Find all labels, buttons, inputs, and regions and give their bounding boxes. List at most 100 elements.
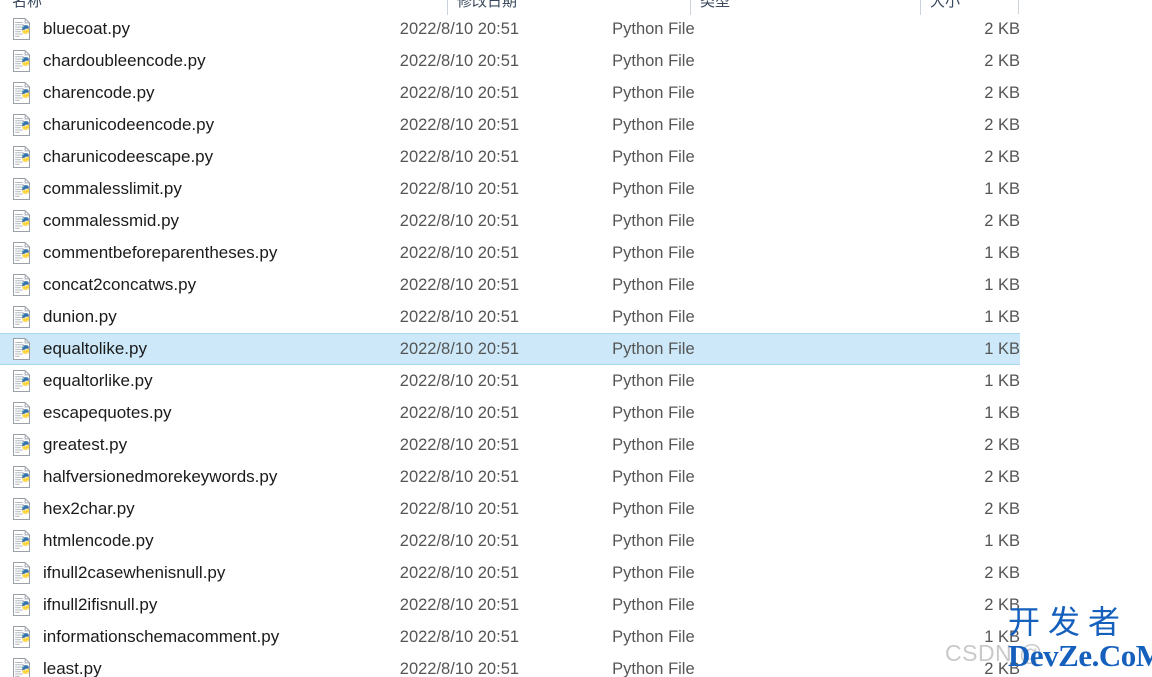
file-row[interactable]: commalessmid.py 2022/8/10 20:51 Python Fil… [0, 205, 1020, 237]
file-name-cell[interactable]: concat2concatws.py [0, 269, 390, 301]
file-row[interactable]: charencode.py 2022/8/10 20:51 Python File 2… [0, 77, 1020, 109]
file-size-label: 1 KB [984, 243, 1020, 262]
file-row[interactable]: htmlencode.py 2022/8/10 20:51 Python File 1… [0, 525, 1020, 557]
file-row[interactable]: chardoubleencode.py 2022/8/10 20:51 Python… [0, 45, 1020, 77]
python-file-icon [13, 178, 31, 200]
file-row[interactable]: bluecoat.py 2022/8/10 20:51 Python File 2 K… [0, 13, 1020, 45]
file-row[interactable]: equaltorlike.py 2022/8/10 20:51 Python Fil… [0, 365, 1020, 397]
file-type-label: Python File [612, 179, 695, 198]
column-header-size[interactable]: 大小 [920, 0, 1152, 15]
file-type-cell: Python File [602, 493, 803, 525]
file-type-label: Python File [612, 307, 695, 326]
file-row[interactable]: equaltolike.py 2022/8/10 20:51 Python File… [0, 333, 1020, 365]
file-name-label: htmlencode.py [43, 531, 154, 550]
file-date-cell: 2022/8/10 20:51 [390, 237, 602, 269]
file-name-cell[interactable]: greatest.py [0, 429, 390, 461]
file-name-cell[interactable]: ifnull2casewhenisnull.py [0, 557, 390, 589]
file-row[interactable]: concat2concatws.py 2022/8/10 20:51 Python … [0, 269, 1020, 301]
file-type-cell: Python File [602, 461, 803, 493]
file-size-cell: 2 KB [933, 557, 1020, 589]
column-header-date[interactable]: 修改日期 [447, 0, 690, 15]
file-row[interactable]: commalesslimit.py 2022/8/10 20:51 Python F… [0, 173, 1020, 205]
file-name-cell[interactable]: charencode.py [0, 77, 390, 109]
file-row[interactable]: dunion.py 2022/8/10 20:51 Python File 1 KB [0, 301, 1020, 333]
file-name-cell[interactable]: informationschemacomment.py [0, 621, 390, 653]
file-size-cell: 2 KB [933, 141, 1020, 173]
file-type-label: Python File [612, 531, 695, 550]
python-file-icon [13, 498, 31, 520]
file-date-label: 2022/8/10 20:51 [399, 147, 520, 166]
file-name-cell[interactable]: halfversionedmorekeywords.py [0, 461, 390, 493]
file-size-cell: 2 KB [933, 77, 1020, 109]
file-name-cell[interactable]: htmlencode.py [0, 525, 390, 557]
file-size-label: 1 KB [984, 627, 1020, 646]
file-date-cell: 2022/8/10 20:51 [390, 525, 602, 557]
file-row[interactable]: informationschemacomment.py 2022/8/10 20:… [0, 621, 1020, 653]
file-row[interactable]: ifnull2casewhenisnull.py 2022/8/10 20:51 P… [0, 557, 1020, 589]
file-size-cell: 1 KB [933, 301, 1020, 333]
file-row[interactable]: hex2char.py 2022/8/10 20:51 Python File 2 K… [0, 493, 1020, 525]
file-size-label: 2 KB [984, 83, 1020, 102]
file-name-cell[interactable]: escapequotes.py [0, 397, 390, 429]
file-size-cell: 1 KB [933, 621, 1020, 653]
file-type-label: Python File [612, 275, 695, 294]
file-date-cell: 2022/8/10 20:51 [390, 557, 602, 589]
file-date-cell: 2022/8/10 20:51 [390, 461, 602, 493]
column-divider-stub-date [447, 0, 448, 14]
file-date-label: 2022/8/10 20:51 [399, 595, 520, 614]
file-row[interactable]: ifnull2ifisnull.py 2022/8/10 20:51 Python … [0, 589, 1020, 621]
file-row[interactable]: escapequotes.py 2022/8/10 20:51 Python Fil… [0, 397, 1020, 429]
python-file-icon [13, 370, 31, 392]
column-header-name[interactable]: 名称 [0, 0, 447, 13]
python-file-icon [13, 402, 31, 424]
file-name-label: concat2concatws.py [43, 275, 197, 294]
file-row[interactable]: least.py 2022/8/10 20:51 Python File 2 KB [0, 653, 1020, 677]
file-name-cell[interactable]: bluecoat.py [0, 13, 390, 45]
file-row[interactable]: halfversionedmorekeywords.py 2022/8/10 20… [0, 461, 1020, 493]
file-size-label: 1 KB [984, 403, 1020, 422]
file-size-cell: 1 KB [933, 525, 1020, 557]
file-name-label: equaltolike.py [43, 339, 147, 358]
file-name-cell[interactable]: least.py [0, 653, 390, 677]
file-list: bluecoat.py 2022/8/10 20:51 Python File 2 K… [0, 13, 1152, 677]
file-name-label: greatest.py [43, 435, 128, 454]
file-name-cell[interactable]: equaltolike.py [0, 333, 390, 365]
file-name-cell[interactable]: charunicodeescape.py [0, 141, 390, 173]
file-name-cell[interactable]: charunicodeencode.py [0, 109, 390, 141]
column-header-name-label: 名称 [12, 0, 43, 10]
file-date-label: 2022/8/10 20:51 [399, 307, 520, 326]
file-name-label: chardoubleencode.py [43, 51, 206, 70]
file-row[interactable]: greatest.py 2022/8/10 20:51 Python File 2 K… [0, 429, 1020, 461]
file-name-cell[interactable]: commalesslimit.py [0, 173, 390, 205]
file-type-label: Python File [612, 51, 695, 70]
file-row[interactable]: charunicodeescape.py 2022/8/10 20:51 Pytho… [0, 141, 1020, 173]
column-header-type-label: 类型 [700, 0, 731, 10]
file-type-label: Python File [612, 243, 695, 262]
file-name-cell[interactable]: ifnull2ifisnull.py [0, 589, 390, 621]
file-size-label: 1 KB [984, 339, 1020, 358]
column-header-type[interactable]: 类型 [690, 0, 920, 15]
file-size-label: 2 KB [984, 147, 1020, 166]
file-name-cell[interactable]: commalessmid.py [0, 205, 390, 237]
file-type-cell: Python File [602, 365, 803, 397]
file-name-cell[interactable]: commentbeforeparentheses.py [0, 237, 390, 269]
file-name-label: halfversionedmorekeywords.py [43, 467, 278, 486]
file-row[interactable]: commentbeforeparentheses.py 2022/8/10 20:… [0, 237, 1020, 269]
file-name-cell[interactable]: hex2char.py [0, 493, 390, 525]
file-size-label: 2 KB [984, 51, 1020, 70]
file-date-cell: 2022/8/10 20:51 [390, 141, 602, 173]
file-date-cell: 2022/8/10 20:51 [390, 493, 602, 525]
python-file-icon [13, 50, 31, 72]
file-name-cell[interactable]: equaltorlike.py [0, 365, 390, 397]
file-date-label: 2022/8/10 20:51 [399, 275, 520, 294]
file-size-cell: 2 KB [933, 13, 1020, 45]
file-date-label: 2022/8/10 20:51 [399, 83, 520, 102]
file-size-label: 2 KB [984, 19, 1020, 38]
file-row[interactable]: charunicodeencode.py 2022/8/10 20:51 Pytho… [0, 109, 1020, 141]
file-date-cell: 2022/8/10 20:51 [390, 109, 602, 141]
file-name-cell[interactable]: chardoubleencode.py [0, 45, 390, 77]
file-type-label: Python File [612, 211, 695, 230]
file-type-cell: Python File [602, 397, 803, 429]
python-file-icon [13, 338, 31, 360]
file-name-cell[interactable]: dunion.py [0, 301, 390, 333]
